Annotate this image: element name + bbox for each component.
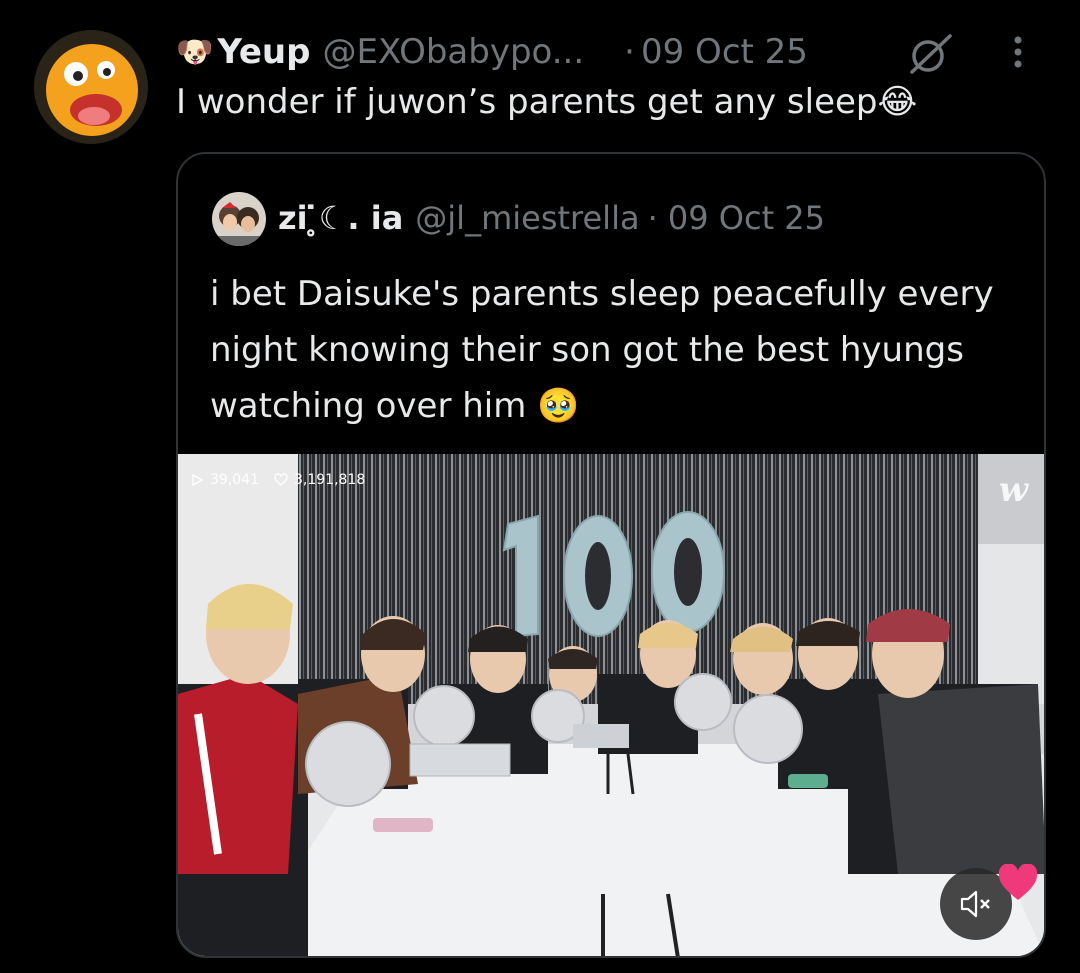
heart-icon bbox=[996, 863, 1040, 908]
likes-count: 3,191,818 bbox=[294, 472, 366, 488]
quoted-video[interactable]: 39,041 3,191,818 w bbox=[178, 454, 1044, 956]
more-icon[interactable] bbox=[1008, 34, 1028, 78]
views-count: 39,041 bbox=[210, 472, 259, 488]
video-frame bbox=[178, 454, 1044, 956]
weverse-watermark: w bbox=[998, 470, 1028, 510]
tweet-text: I wonder if juwon’s parents get any slee… bbox=[176, 82, 918, 122]
tweet-date[interactable]: 09 Oct 25 bbox=[641, 32, 808, 72]
play-icon bbox=[192, 473, 204, 487]
author-handle[interactable]: @EXObabypo... bbox=[322, 32, 584, 72]
heart-outline-icon bbox=[274, 473, 288, 486]
quoted-text: i bet Daisuke's parents sleep peacefully… bbox=[210, 274, 994, 426]
author-display-name[interactable]: Yeup bbox=[217, 32, 310, 72]
quoted-handle[interactable]: @jl_miestrella bbox=[415, 199, 639, 237]
quoted-date[interactable]: · 09 Oct 25 bbox=[648, 199, 825, 237]
tweet-header: 🐶 Yeup @EXObabypo... · 09 Oct 25 bbox=[176, 28, 1056, 76]
quoted-display-name[interactable]: zi ̥̇☾. ia bbox=[278, 199, 403, 237]
separator-dot: · bbox=[624, 32, 635, 72]
grok-icon[interactable] bbox=[904, 32, 956, 80]
author-avatar[interactable] bbox=[34, 30, 148, 144]
quoted-tweet[interactable]: zi ̥̇☾. ia @jl_miestrella · 09 Oct 25 i … bbox=[176, 152, 1046, 958]
video-views: 39,041 bbox=[190, 472, 259, 488]
video-likes: 3,191,818 bbox=[274, 472, 365, 488]
quoted-header: zi ̥̇☾. ia @jl_miestrella · 09 Oct 25 bbox=[278, 190, 825, 246]
mute-icon bbox=[960, 890, 990, 918]
quoted-author-avatar[interactable] bbox=[212, 192, 266, 246]
dog-emoji-icon: 🐶 bbox=[176, 34, 214, 70]
